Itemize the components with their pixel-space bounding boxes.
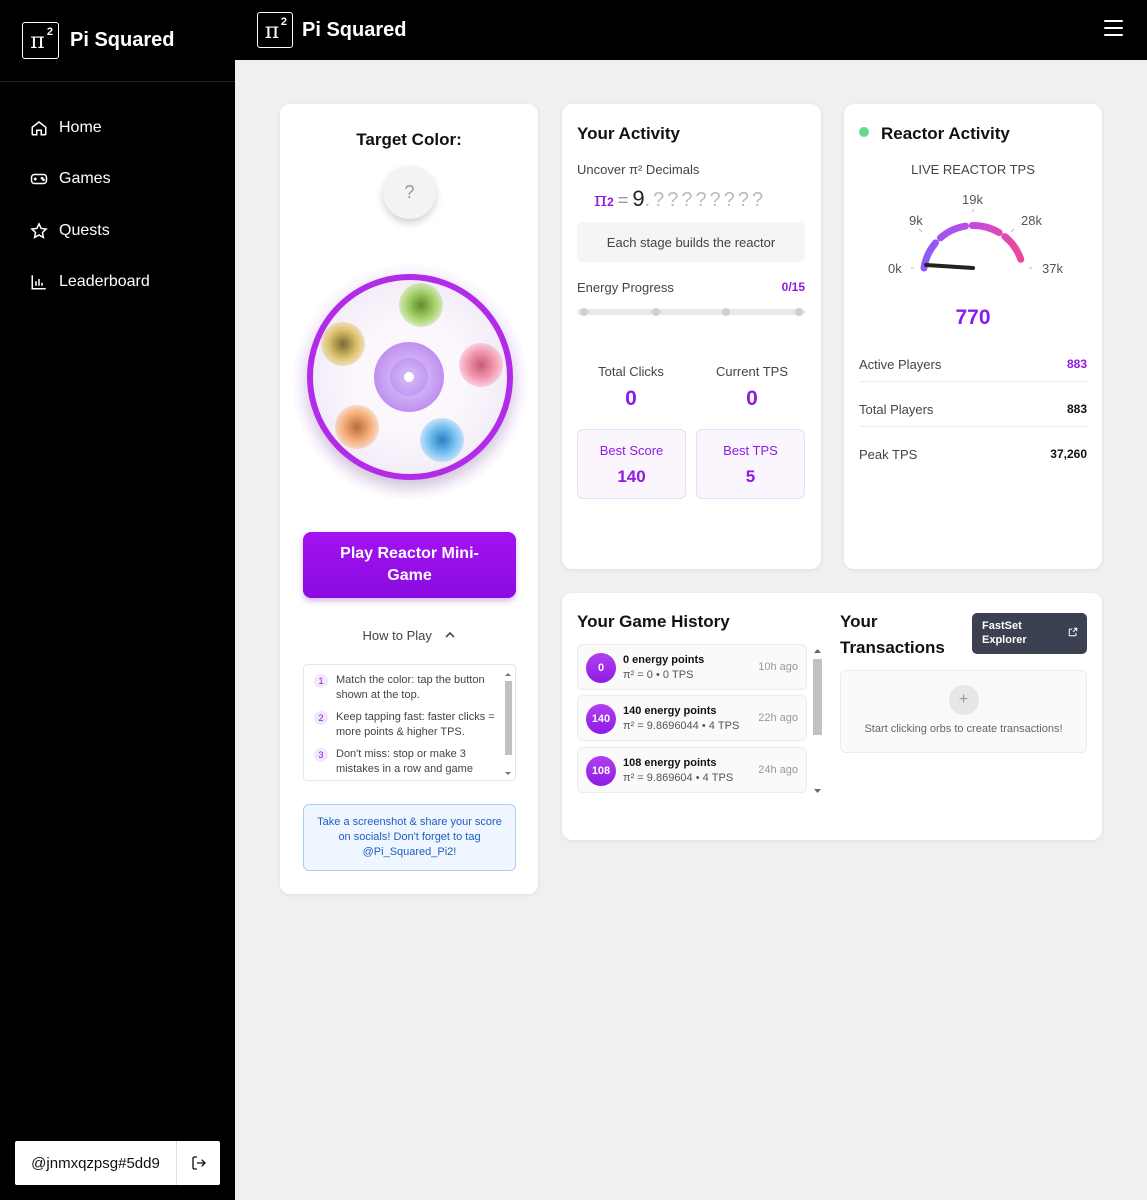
reactor-activity-title: Reactor Activity <box>881 124 1010 143</box>
sidebar-item-label: Games <box>59 170 111 188</box>
scrollbar-thumb[interactable] <box>813 659 822 735</box>
sidebar: π 2 Pi Squared Home Games Quests Leaderb… <box>0 0 235 1200</box>
logout-icon <box>191 1156 206 1170</box>
sidebar-item-home[interactable]: Home <box>0 102 235 154</box>
transactions-empty-text: Start clicking orbs to create transactio… <box>864 723 1063 735</box>
share-notice: Take a screenshot & share your score on … <box>303 804 516 871</box>
total-players-row: Total Players 883 <box>859 402 1087 417</box>
fastset-explorer-button[interactable]: FastSet Explorer <box>972 613 1087 654</box>
list-item: 2 Keep tapping fast: faster clicks = more… <box>304 710 515 739</box>
total-clicks-label: Total Clicks <box>598 364 664 379</box>
star-icon <box>30 221 48 239</box>
list-item: 3 Don't miss: stop or make 3 mistakes in … <box>304 747 515 776</box>
live-tps-label: LIVE REACTOR TPS <box>911 162 1035 177</box>
top-bar: π 2 Pi Squared <box>235 0 1147 60</box>
best-tps-box: Best TPS 5 <box>696 429 805 499</box>
blue-orb[interactable] <box>420 418 464 462</box>
progress-stage-dot <box>580 308 588 316</box>
target-color-swatch: ? <box>383 166 436 219</box>
list-item: 1 Match the color: tap the button shown a… <box>304 673 515 702</box>
sidebar-nav: Home Games Quests Leaderboard <box>0 102 235 308</box>
logout-button[interactable] <box>177 1141 220 1185</box>
best-score-label: Best Score <box>599 443 664 458</box>
chevron-up-icon <box>444 631 455 638</box>
orange-orb[interactable] <box>335 405 379 449</box>
sidebar-item-label: Quests <box>59 221 110 239</box>
best-tps-label: Best TPS <box>723 443 778 458</box>
sidebar-item-leaderboard[interactable]: Leaderboard <box>0 257 235 309</box>
transactions-empty-state: + Start clicking orbs to create transact… <box>840 670 1087 753</box>
progress-stage-dot <box>795 308 803 316</box>
gauge-needle <box>924 263 975 270</box>
peak-tps-row: Peak TPS 37,260 <box>859 447 1087 462</box>
sidebar-brand[interactable]: π 2 Pi Squared <box>0 0 235 82</box>
best-score-value: 140 <box>617 467 646 486</box>
transactions-title-line2: Transactions <box>840 638 945 657</box>
list-item[interactable]: 108 108 energy points π² = 9.869604 • 4 … <box>577 747 807 793</box>
total-clicks-value: 0 <box>625 387 637 410</box>
user-handle[interactable]: @jnmxqzpsg#5dd9 <box>15 1141 177 1185</box>
list-item[interactable]: 140 140 energy points π² = 9.8696044 • 4… <box>577 695 807 741</box>
live-status-dot <box>859 127 869 137</box>
energy-progress-label: Energy Progress <box>577 280 674 295</box>
sidebar-item-quests[interactable]: Quests <box>0 205 235 257</box>
user-box: @jnmxqzpsg#5dd9 <box>15 1141 220 1185</box>
pink-orb[interactable] <box>459 343 503 387</box>
active-players-row: Active Players 883 <box>859 357 1087 372</box>
sidebar-item-label: Home <box>59 118 102 136</box>
steps-scrollbar[interactable] <box>503 671 513 777</box>
green-orb[interactable] <box>399 283 443 327</box>
progress-stage-dot <box>652 308 660 316</box>
bar-chart-icon <box>31 275 46 290</box>
tps-gauge <box>911 209 1032 272</box>
home-icon <box>31 120 47 136</box>
divider <box>859 381 1087 382</box>
sidebar-item-games[interactable]: Games <box>0 154 235 206</box>
pi-squared-logo: π 2 <box>22 22 59 59</box>
transactions-title-line1: Your <box>840 612 878 631</box>
hamburger-menu-icon[interactable] <box>1104 20 1123 36</box>
best-tps-value: 5 <box>745 467 756 486</box>
topbar-app-name: Pi Squared <box>302 18 407 41</box>
scrollbar-thumb[interactable] <box>505 681 512 755</box>
yellow-orb[interactable] <box>321 322 365 366</box>
energy-progress-bar <box>577 309 805 315</box>
history-scrollbar[interactable] <box>811 645 824 798</box>
best-score-box: Best Score 140 <box>577 429 686 499</box>
external-link-icon <box>1068 627 1078 637</box>
pi-squared-logo[interactable]: π 2 <box>257 12 293 48</box>
energy-progress-count: 0/15 <box>781 280 805 294</box>
play-reactor-button[interactable]: Play Reactor Mini-Game <box>303 532 516 598</box>
uncover-label: Uncover π² Decimals <box>577 162 700 177</box>
activity-title: Your Activity <box>577 124 680 143</box>
pi-decimals-display: π2 = 9 .???????? <box>594 186 767 211</box>
current-tps-label: Current TPS <box>715 364 788 379</box>
how-to-play-toggle[interactable]: How to Play <box>280 628 538 643</box>
target-color-title: Target Color: <box>356 130 462 149</box>
reactor-core[interactable] <box>374 342 444 412</box>
progress-stage-dot <box>722 308 730 316</box>
game-history-list[interactable]: 0 0 energy points π² = 0 • 0 TPS 10h ago… <box>577 644 825 798</box>
plus-icon: + <box>948 685 979 715</box>
how-to-play-steps[interactable]: 1 Match the color: tap the button shown a… <box>303 664 516 781</box>
divider <box>859 426 1087 427</box>
list-item[interactable]: 0 0 energy points π² = 0 • 0 TPS 10h ago <box>577 644 807 690</box>
sidebar-item-label: Leaderboard <box>59 273 150 291</box>
sidebar-app-name: Pi Squared <box>70 29 175 51</box>
current-tps-value: 0 <box>746 387 758 410</box>
game-history-title: Your Game History <box>577 612 730 631</box>
gauge-value: 770 <box>955 306 991 329</box>
stage-info: Each stage builds the reactor <box>577 222 805 262</box>
gamepad-icon <box>30 174 48 185</box>
